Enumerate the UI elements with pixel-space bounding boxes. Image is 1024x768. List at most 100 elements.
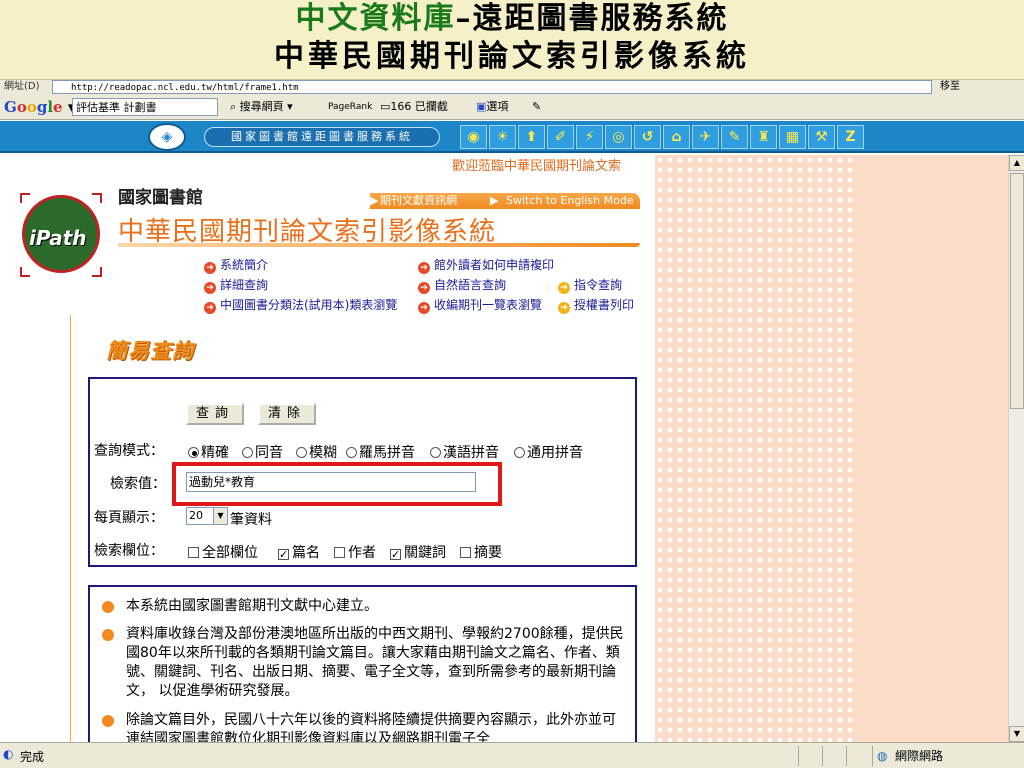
mode-option-tongyong[interactable]: 通用拼音 — [514, 442, 583, 462]
simple-query-title: 簡易查詢 — [106, 339, 194, 363]
arrow-bullet-icon: ➔ — [418, 282, 430, 294]
checkbox-icon — [460, 547, 471, 558]
term-label: 檢索值： — [110, 476, 166, 492]
nav-icon-2[interactable]: ☀ — [489, 125, 516, 149]
popup-blocker-icon: ▭ — [380, 100, 391, 113]
highlight-pen-icon[interactable]: ✎ — [532, 98, 541, 116]
nav-icon-8[interactable]: ⌂ — [663, 125, 690, 149]
radio-icon — [346, 447, 357, 458]
menu-license-link[interactable]: ➔ 授權書列印 — [558, 296, 634, 314]
slide-title-green: 中文資料庫 — [295, 1, 456, 36]
menu-license-label: 授權書列印 — [574, 298, 635, 312]
mode-option-exact[interactable]: 精確 — [188, 442, 229, 462]
field-author-checkbox[interactable]: 作者 — [334, 542, 376, 562]
scroll-up-icon[interactable]: ▲ — [1009, 155, 1024, 171]
go-button[interactable]: 移至 — [940, 80, 960, 94]
menu-command-link[interactable]: ➔ 指令查詢 — [558, 276, 622, 294]
field-option-label: 作者 — [348, 545, 376, 561]
field-title-checkbox[interactable]: ✓ 篇名 — [278, 542, 320, 562]
mode-option-hanyu[interactable]: 漢語拼音 — [430, 442, 499, 462]
mode-option-label: 漢語拼音 — [443, 445, 499, 461]
nav-icon-3[interactable]: ⬆ — [518, 125, 545, 149]
mode-option-homophone[interactable]: 同音 — [242, 442, 283, 462]
nav-icon-9[interactable]: ✈ — [692, 125, 719, 149]
mode-option-roman[interactable]: 羅馬拼音 — [346, 442, 415, 462]
perpage-select[interactable]: 20 ▼ — [186, 507, 228, 525]
menu-copy-label: 館外讀者如何申請複印 — [434, 258, 555, 272]
english-mode-link[interactable]: Switch to English Mode — [506, 193, 634, 209]
arrow-bullet-icon: ➔ — [204, 302, 216, 314]
menu-intro-link[interactable]: ➔ 系統簡介 — [204, 256, 268, 274]
nav-icon-1[interactable]: ◉ — [460, 125, 487, 149]
menu-collection-label: 收編期刊一覽表瀏覽 — [434, 298, 543, 312]
search-web-label: 搜尋網頁 — [239, 100, 284, 113]
query-button[interactable]: 查詢 — [186, 403, 244, 425]
popup-blocked-button[interactable]: ▭166 已攔截 — [380, 98, 448, 116]
nav-icon-10[interactable]: ✎ — [721, 125, 748, 149]
binoculars-icon: ⌕ — [230, 100, 237, 113]
ncl-logo-icon[interactable]: ◈ — [148, 123, 186, 151]
page-icon: ◐ — [3, 747, 14, 761]
nav-icon-6[interactable]: ◎ — [605, 125, 632, 149]
status-text: 完成 — [20, 750, 45, 764]
menu-classify-link[interactable]: ➔ 中國圖書分類法(試用本)類表瀏覽 — [204, 296, 397, 314]
nav-icon-7[interactable]: ↺ — [634, 125, 661, 149]
menu-copy-link[interactable]: ➔ 館外讀者如何申請複印 — [418, 256, 554, 274]
arrow-bullet-icon: ➔ — [558, 302, 570, 314]
nav-icon-5[interactable]: ⚡ — [576, 125, 603, 149]
google-search-input[interactable]: 評估基準 計劃書 — [72, 98, 218, 116]
clear-button[interactable]: 清除 — [258, 403, 316, 425]
menu-natural-label: 自然語言查詢 — [434, 278, 507, 292]
nav-icon-14[interactable]: Z — [837, 125, 864, 149]
options-button[interactable]: ▣選項 — [476, 98, 508, 116]
scroll-down-icon[interactable]: ▼ — [1009, 726, 1024, 742]
info-item-3: 除論文篇目外，民國八十六年以後的資料將陸續提供摘要內容顯示，此外亦並可連結國家圖… — [126, 712, 616, 742]
scroll-thumb[interactable] — [1010, 173, 1024, 409]
ipath-logo-text: iPath — [29, 226, 87, 250]
nav-icon-11[interactable]: ♜ — [750, 125, 777, 149]
journal-info-link[interactable]: 期刊文獻資訊網 — [380, 193, 457, 209]
address-input[interactable]: http://readopac.ncl.edu.tw/html/frame1.h… — [52, 80, 932, 94]
zone-indicator: ◍ 網際網路 — [872, 746, 1022, 766]
vertical-scrollbar[interactable]: ▲ ▼ — [1008, 155, 1024, 742]
address-bar: 網址(D) http://readopac.ncl.edu.tw/html/fr… — [0, 80, 1024, 94]
orange-bullet-icon — [102, 601, 114, 613]
field-keyword-checkbox[interactable]: ✓ 關鍵詞 — [390, 542, 446, 562]
ipath-logo[interactable]: iPath — [22, 195, 100, 273]
chevron-down-icon: ▼ — [213, 508, 227, 524]
nav-icon-12[interactable]: ▦ — [779, 125, 806, 149]
menu-natural-link[interactable]: ➔ 自然語言查詢 — [418, 276, 506, 294]
arrow-bullet-icon: ➔ — [418, 262, 430, 274]
ncl-remote-service-link[interactable]: 國家圖書館遠距圖書服務系統 — [204, 127, 440, 147]
checkbox-icon — [188, 547, 199, 558]
google-logo[interactable]: Google ▾ — [4, 98, 75, 116]
field-option-label: 篇名 — [292, 545, 320, 561]
orange-bullet-icon — [102, 715, 114, 727]
status-pane — [846, 746, 870, 766]
band-arrow-icon: ▶ — [370, 194, 379, 207]
nav-icon-4[interactable]: ✐ — [547, 125, 574, 149]
nav-icon-13[interactable]: ⚒ — [808, 125, 835, 149]
mode-option-label: 模糊 — [309, 445, 337, 461]
field-all-checkbox[interactable]: 全部欄位 — [188, 542, 258, 562]
pagerank-button[interactable]: PageRank — [328, 98, 372, 116]
arrow-bullet-icon: ➔ — [204, 282, 216, 294]
logo-bracket — [92, 267, 102, 277]
search-web-button[interactable]: ⌕ 搜尋網頁 ▾ — [230, 98, 293, 116]
slide-title-line2: 中華民國期刊論文索引影像系統 — [274, 39, 750, 74]
field-abstract-checkbox[interactable]: 摘要 — [460, 542, 502, 562]
perpage-value: 20 — [189, 509, 203, 522]
mode-option-fuzzy[interactable]: 模糊 — [296, 442, 337, 462]
menu-classify-label: 中國圖書分類法(試用本)類表瀏覽 — [220, 298, 398, 312]
options-icon: ▣ — [476, 100, 487, 113]
mode-option-label: 羅馬拼音 — [359, 445, 415, 461]
mode-option-label: 精確 — [201, 445, 229, 461]
menu-collection-link[interactable]: ➔ 收編期刊一覽表瀏覽 — [418, 296, 542, 314]
slide-title-line1: 中文資料庫–遠距圖書服務系統 — [0, 0, 1024, 38]
info-item-2: 資料庫收錄台灣及部份港澳地區所出版的中西文期刊、學報約2700餘種，提供民國80… — [126, 626, 624, 699]
highlight-box — [172, 462, 502, 506]
menu-detail-link[interactable]: ➔ 詳細查詢 — [204, 276, 268, 294]
address-label: 網址(D) — [4, 81, 40, 92]
mode-option-label: 通用拼音 — [527, 445, 583, 461]
field-option-label: 關鍵詞 — [404, 545, 446, 561]
